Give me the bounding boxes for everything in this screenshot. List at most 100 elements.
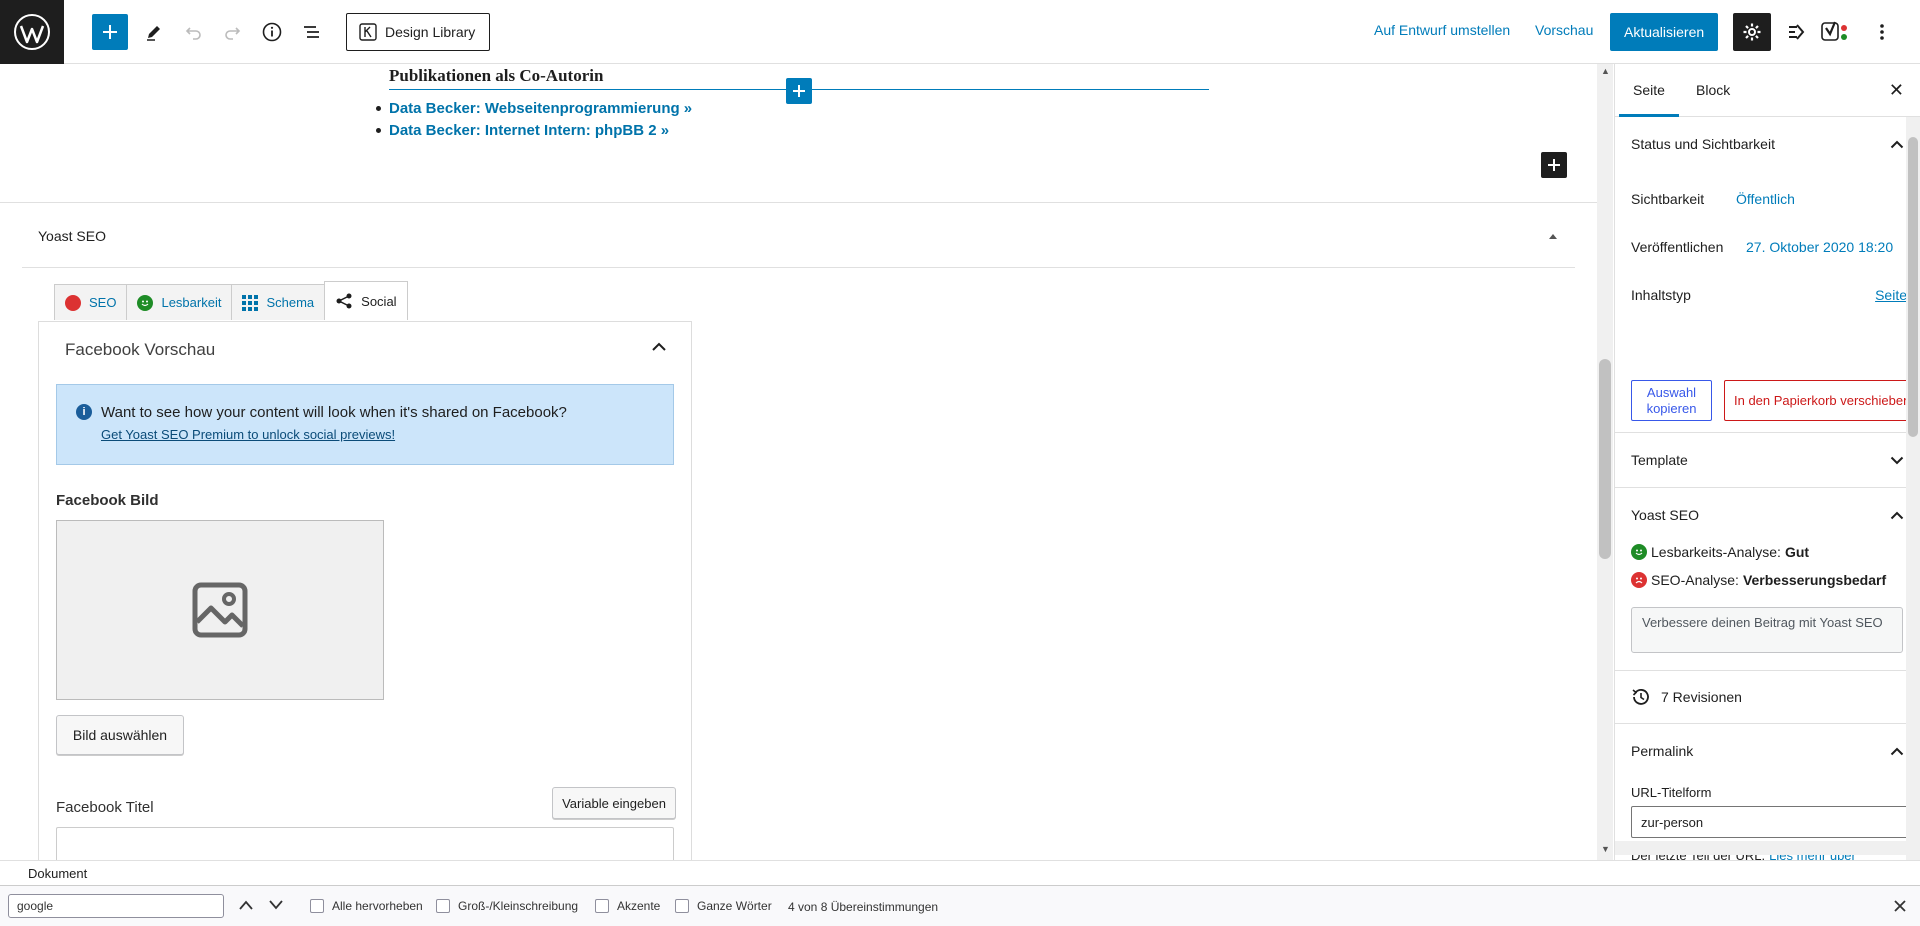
template-title: Template xyxy=(1631,452,1688,468)
switch-to-draft-link[interactable]: Auf Entwurf umstellen xyxy=(1374,22,1510,38)
more-vertical-icon xyxy=(1880,24,1884,40)
add-block-end-button[interactable] xyxy=(1541,152,1567,178)
accents-checkbox[interactable] xyxy=(595,899,609,913)
yoast-icon xyxy=(1821,21,1847,41)
find-input[interactable]: google xyxy=(8,894,224,918)
plus-icon xyxy=(103,25,117,39)
publication-link[interactable]: Data Becker: Internet Intern: phpBB 2 » xyxy=(376,119,692,141)
sidebar-scroll-thumb[interactable] xyxy=(1908,137,1918,437)
whole-words-checkbox[interactable] xyxy=(675,899,689,913)
facebook-preview-title[interactable]: Facebook Vorschau xyxy=(65,340,215,360)
scroll-down-icon[interactable]: ▼ xyxy=(1601,844,1610,854)
sidebar-tabs: Seite Block ✕ xyxy=(1615,64,1920,117)
tab-schema[interactable]: Schema xyxy=(231,284,326,320)
whole-words-option[interactable]: Ganze Wörter xyxy=(675,899,772,913)
url-slug-input[interactable]: zur-person xyxy=(1631,806,1911,838)
editor-toolbar: Design Library Auf Entwurf umstellen Vor… xyxy=(0,0,1920,64)
redo-button[interactable] xyxy=(214,14,250,50)
move-to-trash-button[interactable]: In den Papierkorb verschieben xyxy=(1724,380,1920,421)
readability-row: Lesbarkeits-Analyse: Gut xyxy=(1631,544,1809,560)
design-library-button[interactable]: Design Library xyxy=(346,13,491,51)
smiley-good-icon xyxy=(1631,544,1647,560)
highlight-all-label: Alle hervorheben xyxy=(332,899,423,913)
inline-inserter-button[interactable] xyxy=(786,78,812,104)
sidebar-scrollbar[interactable] xyxy=(1906,117,1920,860)
yoast-sidebar-header[interactable]: Yoast SEO xyxy=(1615,488,1920,542)
publication-link[interactable]: Data Becker: Webseitenprogrammierung » xyxy=(376,97,692,119)
revisions-panel[interactable]: 7 Revisionen xyxy=(1615,671,1920,724)
tab-seo[interactable]: SEO xyxy=(54,284,128,320)
editor-scrollbar[interactable]: ▲ ▼ xyxy=(1597,64,1613,860)
publish-date-value[interactable]: 27. Oktober 2020 18:20 xyxy=(1746,239,1893,255)
tab-page[interactable]: Seite xyxy=(1619,82,1679,117)
settings-button[interactable] xyxy=(1733,13,1771,51)
tab-social[interactable]: Social xyxy=(324,281,408,320)
close-icon[interactable]: ✕ xyxy=(1889,80,1904,101)
tab-block[interactable]: Block xyxy=(1696,82,1730,98)
settings-sidebar: Seite Block ✕ Status und Sichtbarkeit Si… xyxy=(1614,64,1920,860)
kadence-button[interactable] xyxy=(1778,14,1814,50)
close-icon[interactable] xyxy=(1893,899,1907,913)
readability-value: Gut xyxy=(1784,544,1810,560)
status-visibility-panel: Status und Sichtbarkeit Sichtbarkeit Öff… xyxy=(1615,117,1920,433)
wordpress-logo[interactable] xyxy=(0,0,64,64)
chevron-up-icon[interactable] xyxy=(651,342,667,352)
match-case-option[interactable]: Groß-/Kleinschreibung xyxy=(436,899,578,913)
content-type-label: Inhaltstyp xyxy=(1631,287,1691,303)
status-visibility-header[interactable]: Status und Sichtbarkeit xyxy=(1615,117,1920,171)
find-next-icon[interactable] xyxy=(268,899,284,911)
facebook-image-label: Facebook Bild xyxy=(56,492,159,509)
content-type-value[interactable]: Seite xyxy=(1875,287,1907,303)
options-button[interactable] xyxy=(1864,14,1900,50)
list-view-button[interactable] xyxy=(294,14,330,50)
facebook-title-input[interactable] xyxy=(56,827,674,860)
copy-selection-button[interactable]: Auswahl kopieren xyxy=(1631,380,1712,421)
premium-link[interactable]: Get Yoast SEO Premium to unlock social p… xyxy=(101,427,395,442)
find-bar: google Alle hervorheben Groß-/Kleinschre… xyxy=(0,885,1920,926)
wordpress-icon xyxy=(14,14,50,50)
facebook-title-label: Facebook Titel xyxy=(56,799,154,816)
sidebar-horizontal-scrollbar[interactable] xyxy=(1615,841,1920,855)
yoast-button[interactable] xyxy=(1818,14,1854,50)
preview-link[interactable]: Vorschau xyxy=(1535,22,1593,38)
highlight-all-checkbox[interactable] xyxy=(310,899,324,913)
improve-with-yoast-button[interactable]: Verbessere deinen Beitrag mit Yoast SEO xyxy=(1631,607,1903,653)
update-button[interactable]: Aktualisieren xyxy=(1610,13,1719,51)
facebook-image-placeholder[interactable] xyxy=(56,520,384,700)
accents-option[interactable]: Akzente xyxy=(595,899,660,913)
choose-image-button[interactable]: Bild auswählen xyxy=(56,715,184,755)
scroll-thumb[interactable] xyxy=(1599,359,1611,559)
seo-analysis-label: SEO-Analyse: xyxy=(1651,572,1739,588)
kadence-icon xyxy=(1789,24,1805,40)
insert-variable-button[interactable]: Variable eingeben xyxy=(552,787,676,819)
grid-icon xyxy=(242,294,259,311)
tab-readability[interactable]: Lesbarkeit xyxy=(126,284,233,320)
highlight-all-option[interactable]: Alle hervorheben xyxy=(310,899,423,913)
scroll-up-icon[interactable]: ▲ xyxy=(1601,66,1610,76)
add-block-button[interactable] xyxy=(92,14,128,50)
visibility-label: Sichtbarkeit xyxy=(1631,191,1705,207)
chevron-down-icon xyxy=(1890,456,1904,464)
publications-heading[interactable]: Publikationen als Co-Autorin xyxy=(389,66,603,86)
editor-canvas: Publikationen als Co-Autorin Data Becker… xyxy=(0,64,1597,860)
match-case-checkbox[interactable] xyxy=(436,899,450,913)
find-previous-icon[interactable] xyxy=(238,899,254,911)
visibility-value[interactable]: Öffentlich xyxy=(1736,191,1795,207)
undo-button[interactable] xyxy=(176,14,212,50)
readability-label: Lesbarkeits-Analyse: xyxy=(1651,544,1781,560)
premium-notice-text: Want to see how your content will look w… xyxy=(101,404,567,421)
history-icon xyxy=(1632,689,1649,705)
details-button[interactable] xyxy=(254,14,290,50)
plus-icon xyxy=(1548,159,1560,171)
tab-social-label: Social xyxy=(361,293,397,309)
breadcrumb-document[interactable]: Dokument xyxy=(28,866,87,881)
permalink-title: Permalink xyxy=(1631,743,1694,759)
template-header[interactable]: Template xyxy=(1615,433,1920,487)
yoast-metabox-header[interactable]: Yoast SEO xyxy=(22,204,1575,268)
seo-analysis-row: SEO-Analyse: Verbesserungsbedarf xyxy=(1631,572,1886,588)
permalink-header[interactable]: Permalink xyxy=(1615,724,1920,778)
divider xyxy=(0,202,1597,203)
status-visibility-title: Status und Sichtbarkeit xyxy=(1631,136,1775,152)
triangle-up-icon xyxy=(1549,233,1557,239)
tools-button[interactable] xyxy=(136,14,172,50)
